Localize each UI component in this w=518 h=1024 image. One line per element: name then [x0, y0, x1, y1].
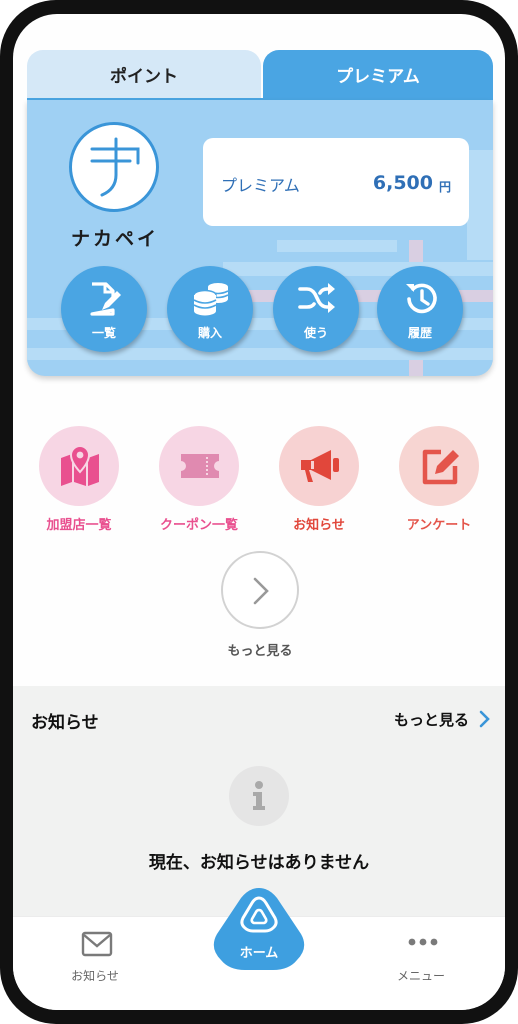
balance-unit: 円 — [438, 180, 451, 194]
nakapay-logo-icon — [90, 137, 140, 197]
chevron-right-icon[interactable] — [479, 710, 491, 728]
nav-news-label: お知らせ — [71, 969, 119, 983]
card-decoration — [223, 262, 493, 276]
nakapay-logo — [69, 122, 159, 212]
coupon-list-label: クーポン一覧 — [159, 518, 238, 533]
notice-title: お知らせ — [31, 713, 99, 733]
history-icon — [406, 283, 437, 314]
chevron-right-icon — [253, 577, 269, 605]
notice-section: お知らせ もっと見る 現在、お知らせはありません — [13, 686, 505, 916]
merchant-list-button[interactable]: 加盟店一覧 — [19, 426, 139, 536]
mail-icon — [81, 931, 113, 957]
document-edit-icon — [90, 282, 121, 316]
shuffle-icon — [298, 283, 335, 313]
news-circle — [279, 426, 359, 506]
notice-more-link[interactable]: もっと見る — [394, 709, 469, 730]
coupon-list-circle — [159, 426, 239, 506]
nav-news[interactable]: お知らせ — [35, 931, 155, 991]
coins-icon — [193, 283, 229, 316]
more-dots-icon — [408, 938, 438, 946]
list-label: 一覧 — [91, 326, 116, 340]
info-circle — [229, 766, 289, 826]
balance-tabs: ポイント プレミアム — [27, 50, 493, 98]
nav-menu[interactable]: メニュー — [361, 931, 481, 991]
info-icon — [253, 781, 265, 810]
merchant-list-circle — [39, 426, 119, 506]
purchase-label: 購入 — [197, 326, 222, 340]
balance-value: 6,500 — [372, 172, 433, 194]
news-label: お知らせ — [293, 518, 345, 533]
tab-premium[interactable]: プレミアム — [263, 50, 493, 98]
ticket-icon — [181, 454, 219, 478]
nav-menu-label: メニュー — [396, 969, 445, 983]
survey-label: アンケート — [406, 518, 472, 533]
survey-button[interactable]: アンケート — [379, 426, 499, 536]
card-decoration — [277, 240, 397, 252]
survey-circle — [399, 426, 479, 506]
more-button[interactable] — [221, 551, 299, 629]
use-button[interactable]: 使う — [273, 266, 359, 352]
use-label: 使う — [303, 326, 328, 340]
history-button[interactable]: 履歴 — [377, 266, 463, 352]
merchant-list-label: 加盟店一覧 — [46, 518, 112, 533]
screen: ポイント プレミアム ナカペイ プレミアム 6,500 円 一覧 購入 使う 履… — [13, 14, 505, 1010]
news-button[interactable]: お知らせ — [259, 426, 379, 536]
coupon-list-button[interactable]: クーポン一覧 — [139, 426, 259, 536]
tab-point[interactable]: ポイント — [27, 50, 261, 98]
purchase-button[interactable]: 購入 — [167, 266, 253, 352]
balance-label: プレミアム — [221, 176, 300, 195]
logo-text: ナカペイ — [70, 228, 159, 250]
list-button[interactable]: 一覧 — [61, 266, 147, 352]
balance-box: プレミアム 6,500 円 — [203, 138, 469, 226]
more-label: もっと見る — [227, 644, 293, 659]
home-logo-icon — [240, 896, 278, 933]
card-decoration — [467, 150, 493, 260]
megaphone-icon — [301, 450, 339, 482]
empty-notice-message: 現在、お知らせはありません — [148, 853, 370, 873]
nav-home-label: ホーム — [239, 946, 279, 961]
history-label: 履歴 — [407, 326, 432, 340]
edit-square-icon — [422, 449, 459, 485]
map-pin-icon — [61, 446, 99, 486]
premium-card: ナカペイ プレミアム 6,500 円 一覧 購入 使う 履歴 — [27, 100, 493, 376]
phone-frame: ポイント プレミアム ナカペイ プレミアム 6,500 円 一覧 購入 使う 履… — [0, 0, 518, 1024]
nav-home[interactable]: ホーム — [211, 884, 307, 974]
